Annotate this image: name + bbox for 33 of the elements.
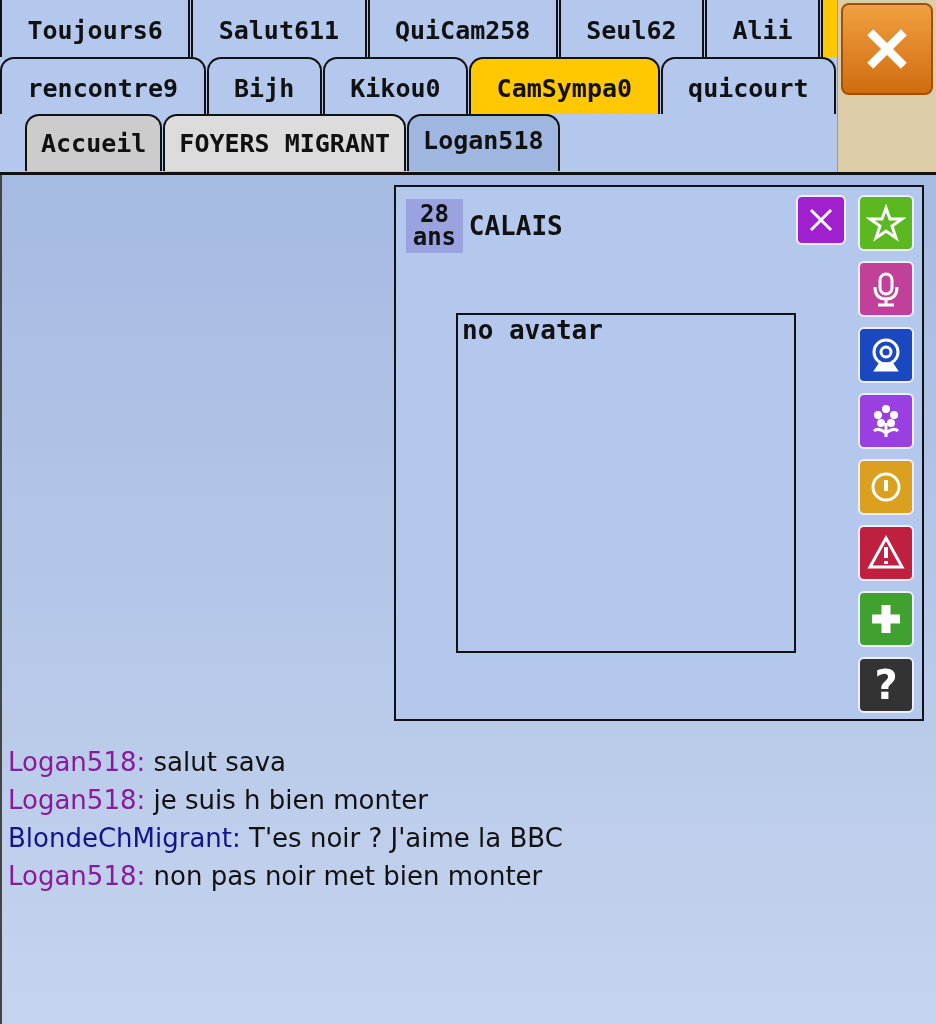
tab[interactable]: quicourt bbox=[660, 57, 836, 114]
star-icon bbox=[866, 203, 906, 243]
tab[interactable]: Accueil bbox=[25, 114, 163, 171]
tab[interactable]: Logan518 bbox=[407, 114, 560, 171]
message-author: Logan518: bbox=[8, 861, 146, 891]
tab[interactable]: Kikou0 bbox=[322, 57, 469, 114]
chat-message: Logan518: je suis h bien monter bbox=[8, 784, 428, 817]
chat-message: BlondeChMigrant: T'es noir ? J'aime la BBC bbox=[8, 822, 563, 855]
action-button[interactable] bbox=[858, 261, 914, 317]
city-label: CALAIS bbox=[468, 210, 563, 241]
tab[interactable]: rencontre9 bbox=[0, 57, 206, 114]
tab[interactable]: Toujours6 bbox=[0, 0, 191, 57]
tab[interactable]: QuiCam258 bbox=[367, 0, 558, 57]
tab[interactable]: Salut611 bbox=[191, 0, 367, 57]
tab[interactable]: CamSympa0 bbox=[469, 57, 660, 114]
chat-message: Logan518: non pas noir met bien monter bbox=[8, 860, 543, 893]
avatar-box: no avatar bbox=[456, 312, 796, 653]
message-author: BlondeChMigrant: bbox=[8, 823, 241, 853]
action-button[interactable] bbox=[858, 525, 914, 581]
tab[interactable]: FOYERS MIGRANT bbox=[163, 114, 407, 171]
chat-message: Logan518: salut sava bbox=[8, 746, 286, 779]
action-button[interactable] bbox=[858, 393, 914, 449]
tab[interactable]: Alii bbox=[705, 0, 821, 57]
message-author: Logan518: bbox=[8, 747, 146, 777]
tab-edge bbox=[821, 0, 838, 57]
tab[interactable]: Bijh bbox=[206, 57, 322, 114]
action-button[interactable] bbox=[858, 591, 914, 647]
action-button[interactable] bbox=[858, 327, 914, 383]
help-button[interactable]: ? bbox=[858, 657, 914, 713]
close-button[interactable] bbox=[841, 3, 933, 95]
age-badge: 28 ans bbox=[406, 199, 463, 253]
message-author: Logan518: bbox=[8, 785, 146, 815]
tab[interactable]: Seul62 bbox=[558, 0, 704, 57]
